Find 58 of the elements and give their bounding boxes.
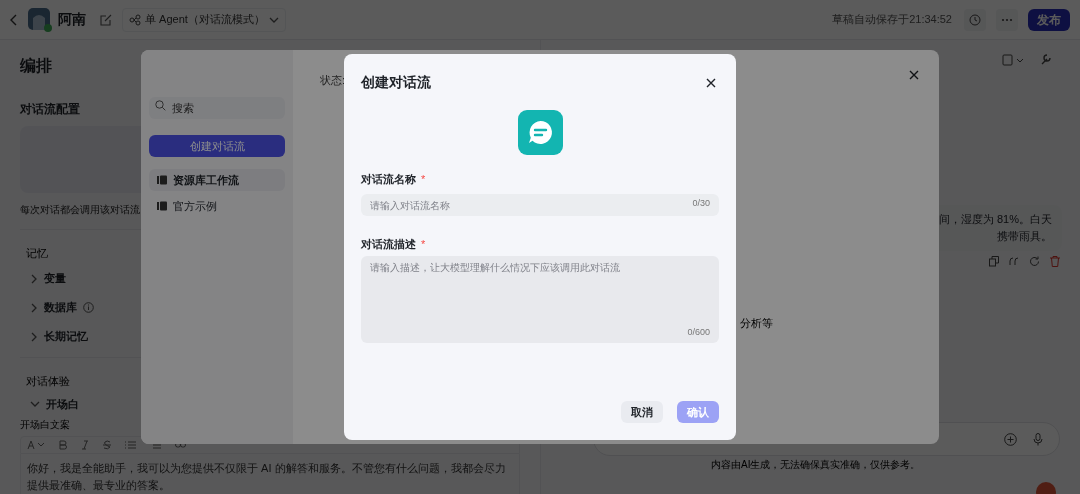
suggestion-text: 分析等 <box>740 316 773 331</box>
disclaimer-text: 内容由AI生成，无法确保真实准确，仅供参考。 <box>711 458 921 472</box>
search-field[interactable]: 搜索 <box>149 97 285 119</box>
memory-item[interactable]: 长期记忆 <box>44 328 88 345</box>
quote-icon[interactable] <box>1009 257 1019 266</box>
more-icon <box>1001 17 1013 22</box>
group-title: 记忆 <box>26 247 48 260</box>
cancel-button[interactable]: 取消 <box>621 401 663 423</box>
bot-name: 阿南 <box>58 10 86 29</box>
edit-icon[interactable] <box>100 13 112 26</box>
experience-item[interactable]: 开场白 <box>46 395 79 413</box>
reply-text: 携带雨具。 <box>996 229 1052 244</box>
category-item[interactable]: 官方示例 <box>149 195 285 217</box>
chevron-down-icon <box>268 15 279 24</box>
close-icon[interactable] <box>706 77 716 88</box>
microphone-icon[interactable] <box>1033 432 1043 446</box>
field-label: 开场白文案 <box>20 418 70 433</box>
category-item[interactable]: 资源库工作流 <box>149 169 285 191</box>
history-button[interactable] <box>964 8 986 31</box>
publish-button[interactable]: 发布 <box>1028 8 1070 31</box>
group-title: 对话体验 <box>26 375 70 388</box>
strikethrough-icon[interactable] <box>103 440 111 451</box>
opening-text: 你好，我是全能助手，我可以为您提供不仅限于 AI 的解答和服务。不管您有什么问题，我都会尽力提供最准确、最专业的答案。 <box>20 454 520 494</box>
panel-title: 编排 <box>20 56 52 76</box>
field-label: 对话流描述 <box>361 236 416 252</box>
add-icon[interactable] <box>1004 432 1017 446</box>
hint-text: 每次对话都会调用该对话流， <box>20 203 150 218</box>
list-icon[interactable] <box>125 440 136 451</box>
copy-icon[interactable] <box>989 256 999 267</box>
library-icon <box>157 175 167 185</box>
chat-bubble-icon <box>517 110 563 155</box>
reply-text: 间，湿度为 81%。白天 <box>937 212 1052 227</box>
history-icon <box>969 13 981 26</box>
mode-selector[interactable]: 单 Agent（对话流模式） <box>122 7 286 32</box>
wrench-icon[interactable] <box>1040 54 1052 66</box>
memory-item[interactable]: 变量 <box>44 270 66 287</box>
section-title: 对话流配置 <box>20 101 80 118</box>
back-icon[interactable] <box>10 13 18 26</box>
refresh-icon[interactable] <box>1029 256 1040 267</box>
dialog-title: 创建对话流 <box>361 73 431 92</box>
search-icon <box>155 100 166 111</box>
more-button[interactable] <box>996 8 1018 31</box>
required-mark: * <box>421 236 426 252</box>
status-label: 状态: <box>320 73 346 88</box>
italic-icon[interactable] <box>81 440 89 451</box>
memory-item[interactable]: 数据库 <box>44 299 77 316</box>
user-avatar-icon <box>1036 482 1056 494</box>
char-counter: 0/30 <box>692 196 710 210</box>
field-label: 对话流名称 <box>361 172 416 187</box>
text-style-icon[interactable] <box>27 440 45 451</box>
avatar-icon <box>28 7 52 32</box>
char-counter: 0/600 <box>687 325 710 339</box>
delete-icon[interactable] <box>1050 256 1060 267</box>
create-workflow-button[interactable]: 创建对话流 <box>149 135 285 157</box>
library-icon <box>157 201 167 211</box>
required-mark: * <box>421 172 426 187</box>
bold-icon[interactable] <box>59 440 67 451</box>
flow-icon <box>129 13 141 26</box>
